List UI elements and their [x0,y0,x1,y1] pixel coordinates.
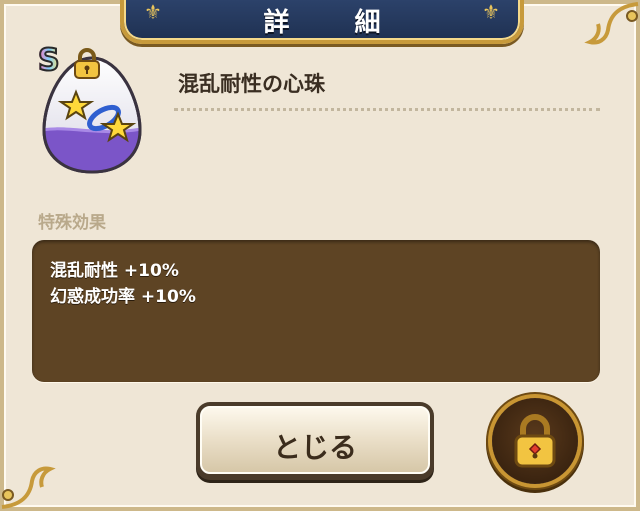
close-button[interactable]: とじる [196,402,434,480]
title-plate: ⚜ ⚜ 詳 細 [120,0,524,44]
effect-box: 混乱耐性 +10% 幻惑成功率 +10% [32,240,600,382]
corner-ornament-icon [1,466,56,509]
lock-icon [514,414,556,468]
dialog-title: 詳 細 [263,8,409,38]
divider [174,108,600,111]
rank-badge: S [37,43,61,78]
effect-line: 混乱耐性 +10% [50,261,179,281]
item-name: 混乱耐性の心珠 [178,72,325,96]
detail-dialog: ⚜ ⚜ 詳 細 S 混乱耐性の心珠 特殊効果 混乱耐性 +10% 幻惑成功率 +… [0,0,640,511]
corner-ornament-icon [584,2,639,45]
close-button-label: とじる [272,431,357,464]
item-icon: S [34,43,150,178]
section-label: 特殊効果 [38,213,106,233]
effect-line: 幻惑成功率 +10% [50,287,196,307]
close-button-face: とじる [200,406,430,474]
lock-toggle-button[interactable] [492,398,578,484]
lock-icon [74,48,100,79]
